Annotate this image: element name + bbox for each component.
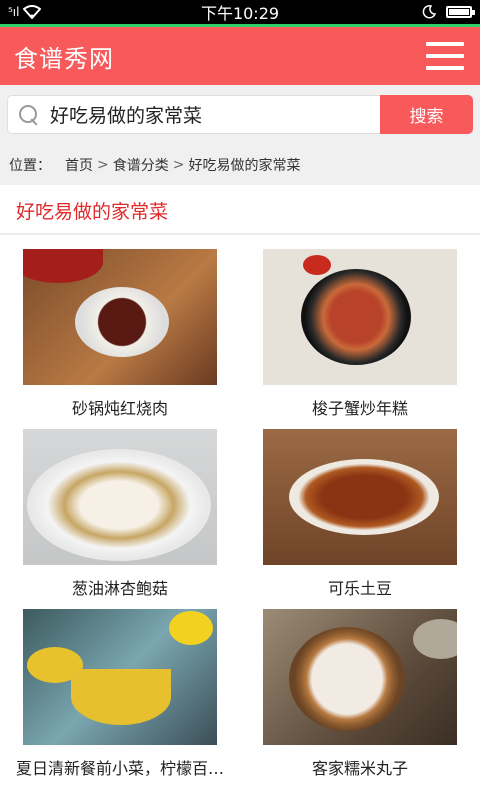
- recipe-card[interactable]: 砂锅炖红烧肉: [0, 249, 240, 429]
- moon-icon: [422, 5, 436, 19]
- status-bar: ⁵ıl 下午10:29: [0, 0, 480, 24]
- search-box[interactable]: [7, 95, 380, 134]
- menu-icon[interactable]: [426, 42, 464, 70]
- recipe-image[interactable]: [263, 249, 457, 385]
- recipe-title[interactable]: 砂锅炖红烧肉: [2, 395, 238, 419]
- recipe-card[interactable]: 葱油淋杏鲍菇: [0, 429, 240, 609]
- search-bar: 搜索: [0, 85, 480, 145]
- recipe-image[interactable]: [23, 429, 217, 565]
- recipe-title[interactable]: 可乐土豆: [242, 575, 478, 599]
- recipe-title[interactable]: 客家糯米丸子: [242, 755, 478, 779]
- app-title: 食谱秀网: [14, 44, 114, 73]
- recipe-title[interactable]: 夏日清新餐前小菜，柠檬百…: [2, 755, 238, 779]
- search-input[interactable]: [50, 103, 350, 126]
- app-header: 食谱秀网: [0, 27, 480, 85]
- recipe-title[interactable]: 葱油淋杏鲍菇: [2, 575, 238, 599]
- recipe-image[interactable]: [263, 609, 457, 745]
- breadcrumb-separator: >: [172, 157, 185, 173]
- status-left: ⁵ıl: [8, 5, 42, 19]
- section-title: 好吃易做的家常菜: [0, 188, 480, 235]
- recipe-card[interactable]: 夏日清新餐前小菜，柠檬百…: [0, 609, 240, 789]
- search-button[interactable]: 搜索: [380, 95, 473, 134]
- recipe-card[interactable]: 梭子蟹炒年糕: [240, 249, 480, 429]
- search-icon: [18, 104, 40, 126]
- status-time: 下午10:29: [200, 4, 280, 23]
- sim-icon: ⁵ıl: [8, 5, 20, 19]
- recipe-image[interactable]: [23, 609, 217, 745]
- recipe-image[interactable]: [263, 429, 457, 565]
- recipe-title[interactable]: 梭子蟹炒年糕: [242, 395, 478, 419]
- breadcrumb-separator: >: [97, 157, 109, 173]
- breadcrumb-current: 好吃易做的家常菜: [188, 158, 301, 174]
- breadcrumb-home[interactable]: 首页: [65, 155, 93, 175]
- breadcrumb: 位置： 首页 > 食谱分类 > 好吃易做的家常菜: [0, 145, 480, 185]
- breadcrumb-category[interactable]: 食谱分类: [113, 155, 169, 175]
- breadcrumb-prefix: 位置：: [9, 158, 51, 174]
- recipe-card[interactable]: 客家糯米丸子: [240, 609, 480, 789]
- wifi-icon: [23, 5, 42, 19]
- battery-icon: [446, 6, 475, 18]
- recipe-image[interactable]: [23, 249, 217, 385]
- recipe-card[interactable]: 可乐土豆: [240, 429, 480, 609]
- recipe-grid: 砂锅炖红烧肉 梭子蟹炒年糕 葱油淋杏鲍菇 可乐土豆 夏日清新餐前小菜，柠檬百… …: [0, 235, 480, 789]
- status-right: [422, 5, 475, 19]
